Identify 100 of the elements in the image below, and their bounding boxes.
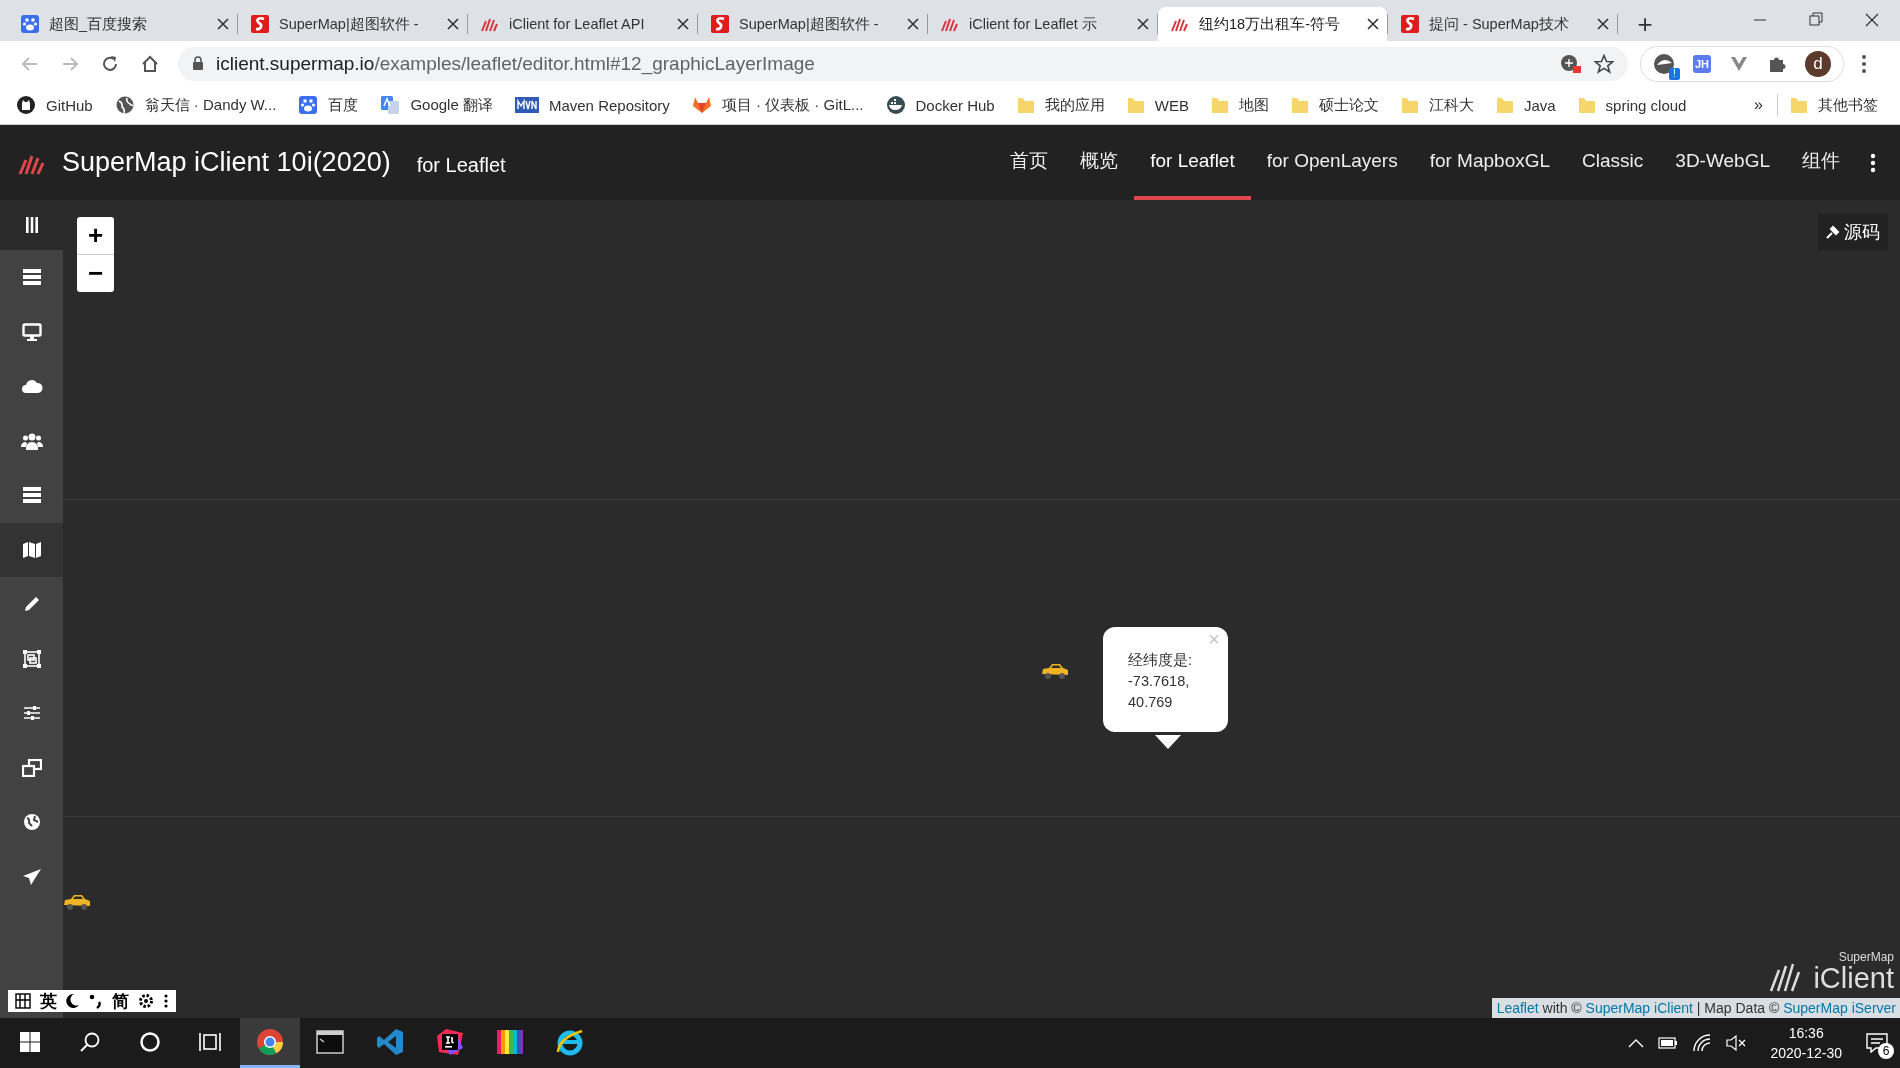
vscode-icon[interactable] bbox=[376, 1027, 404, 1056]
nav-link[interactable]: 概览 bbox=[1064, 125, 1135, 200]
sidebar-item[interactable] bbox=[0, 522, 63, 577]
bookmark-item[interactable]: Google 翻译 bbox=[380, 95, 493, 115]
ime-button[interactable]: 英 bbox=[40, 989, 57, 1013]
map-icon[interactable] bbox=[21, 540, 42, 559]
intellij-icon[interactable] bbox=[436, 1027, 464, 1056]
bookmark-item[interactable]: Maven Repository bbox=[514, 96, 670, 114]
browser-tab[interactable]: iClient for Leaflet API bbox=[468, 7, 697, 41]
more-bookmarks-button[interactable]: » bbox=[1754, 96, 1763, 114]
nav-link[interactable]: 3D-WebGL bbox=[1659, 125, 1786, 200]
chevron-up-icon[interactable] bbox=[1628, 1038, 1645, 1048]
zoom-in-button[interactable]: + bbox=[77, 217, 114, 254]
menu-icon[interactable] bbox=[1861, 53, 1867, 74]
wifi-icon[interactable] bbox=[1692, 1034, 1713, 1052]
close-icon[interactable] bbox=[217, 18, 229, 30]
search-icon[interactable] bbox=[79, 1030, 101, 1053]
bookmark-item[interactable]: spring cloud bbox=[1577, 95, 1687, 115]
overlapping-squares-icon[interactable] bbox=[21, 758, 42, 777]
terminal-icon[interactable] bbox=[316, 1029, 344, 1054]
more-icon[interactable] bbox=[1870, 152, 1876, 173]
star-icon[interactable] bbox=[1594, 53, 1614, 74]
close-icon[interactable] bbox=[447, 18, 459, 30]
nav-link[interactable]: 组件 bbox=[1786, 125, 1856, 200]
browser-tab[interactable]: 提问 - SuperMap技术 bbox=[1388, 7, 1617, 41]
browser-tab[interactable]: SuperMap|超图软件 - bbox=[238, 7, 467, 41]
browser-tab[interactable]: 纽约18万出租车-符号 bbox=[1158, 7, 1387, 41]
close-icon[interactable] bbox=[1597, 18, 1609, 30]
attribution-link[interactable]: SuperMap iClient bbox=[1585, 1000, 1693, 1016]
close-icon[interactable] bbox=[1137, 18, 1149, 30]
globe-icon bbox=[114, 95, 135, 115]
notification-icon[interactable] bbox=[1866, 1033, 1888, 1053]
close-icon[interactable] bbox=[907, 18, 919, 30]
taxi-icon[interactable] bbox=[63, 893, 92, 911]
nav-link[interactable]: 首页 bbox=[994, 125, 1065, 200]
new-tab-button[interactable]: + bbox=[1622, 7, 1668, 41]
clock[interactable]: 16:36 2020-12-30 bbox=[1770, 1023, 1842, 1063]
chrome-icon[interactable] bbox=[256, 1027, 284, 1056]
bookmark-item[interactable]: GitHub bbox=[16, 95, 93, 115]
bookmark-item[interactable]: 百度 bbox=[298, 95, 359, 115]
task-view-icon[interactable] bbox=[199, 1030, 221, 1053]
folder-icon bbox=[1290, 95, 1309, 115]
crop-icon[interactable] bbox=[21, 648, 42, 669]
more-icon[interactable] bbox=[163, 993, 169, 1009]
volume-muted-icon[interactable] bbox=[1726, 1035, 1747, 1051]
grid-icon[interactable] bbox=[15, 993, 31, 1009]
pencil-icon[interactable] bbox=[22, 595, 41, 614]
server-icon[interactable] bbox=[21, 486, 42, 505]
bookmark-item[interactable]: 翁天信 · Dandy W... bbox=[114, 95, 277, 115]
color-bars-icon[interactable] bbox=[496, 1027, 524, 1056]
server-icon[interactable] bbox=[21, 268, 42, 287]
folder-icon bbox=[1495, 95, 1514, 115]
taskbar-button[interactable] bbox=[240, 1018, 300, 1068]
circle-icon[interactable] bbox=[139, 1030, 161, 1053]
bookmark-item[interactable]: WEB bbox=[1126, 95, 1189, 115]
sliders-icon[interactable] bbox=[22, 705, 41, 722]
zoom-out-button[interactable]: − bbox=[77, 254, 114, 292]
nav-link[interactable]: for OpenLayers bbox=[1250, 125, 1414, 200]
extension-button[interactable]: JH bbox=[1693, 54, 1711, 73]
browser-tab[interactable]: SuperMap|超图软件 - bbox=[698, 7, 927, 41]
nav-link[interactable]: Classic bbox=[1566, 125, 1660, 200]
source-code-button[interactable]: 源码 bbox=[1818, 214, 1888, 250]
bookmark-item[interactable]: 硕士论文 bbox=[1290, 95, 1379, 115]
bookmark-item[interactable]: 地图 bbox=[1210, 95, 1269, 115]
logo-caption: SuperMap bbox=[1838, 950, 1894, 964]
paper-plane-icon[interactable] bbox=[21, 867, 42, 886]
close-icon[interactable] bbox=[677, 18, 689, 30]
battery-icon[interactable] bbox=[1658, 1037, 1679, 1049]
bookmark-item[interactable]: 江科大 bbox=[1400, 95, 1474, 115]
ie-icon[interactable] bbox=[555, 1027, 585, 1056]
profile-avatar[interactable]: d bbox=[1805, 50, 1831, 77]
nav-link[interactable]: for MapboxGL bbox=[1413, 125, 1567, 200]
browser-tab[interactable]: 超图_百度搜索 bbox=[8, 7, 237, 41]
bookmark-item[interactable]: Docker Hub bbox=[885, 95, 995, 115]
cloud-icon[interactable] bbox=[20, 378, 43, 395]
home-icon[interactable] bbox=[141, 54, 159, 73]
bookmark-item[interactable]: 我的应用 bbox=[1016, 95, 1105, 115]
punctuation-icon[interactable] bbox=[89, 993, 103, 1009]
globe-icon[interactable] bbox=[22, 813, 41, 832]
bookmark-item[interactable]: 项目 · 仪表板 · GitL... bbox=[691, 95, 864, 115]
users-icon[interactable] bbox=[20, 431, 43, 450]
reload-icon[interactable] bbox=[101, 54, 119, 73]
taxi-icon[interactable] bbox=[1040, 662, 1070, 680]
bookmark-item[interactable]: 其他书签 bbox=[1790, 95, 1878, 115]
attribution-link[interactable]: SuperMap iServer bbox=[1783, 1000, 1896, 1016]
ime-button[interactable]: 简 bbox=[112, 989, 129, 1013]
gear-icon[interactable] bbox=[138, 993, 154, 1009]
address-bar[interactable]: iclient.supermap.io/examples/leaflet/editor.html#12_graphicLayerImage bbox=[178, 46, 1628, 81]
attribution-link[interactable]: Leaflet bbox=[1496, 1000, 1539, 1016]
paw-icon bbox=[20, 14, 40, 34]
folder-icon bbox=[1577, 95, 1596, 115]
close-icon[interactable] bbox=[1367, 18, 1379, 30]
menu-icon[interactable] bbox=[24, 216, 39, 234]
bookmark-item[interactable]: Java bbox=[1495, 95, 1556, 115]
folder-icon bbox=[1126, 95, 1145, 115]
extension-badge: ! bbox=[1669, 67, 1680, 80]
browser-tab[interactable]: iClient for Leaflet 示 bbox=[928, 7, 1157, 41]
monitor-icon[interactable] bbox=[21, 322, 42, 341]
windows-logo-icon[interactable] bbox=[19, 1030, 41, 1053]
moon-icon[interactable] bbox=[66, 993, 80, 1009]
